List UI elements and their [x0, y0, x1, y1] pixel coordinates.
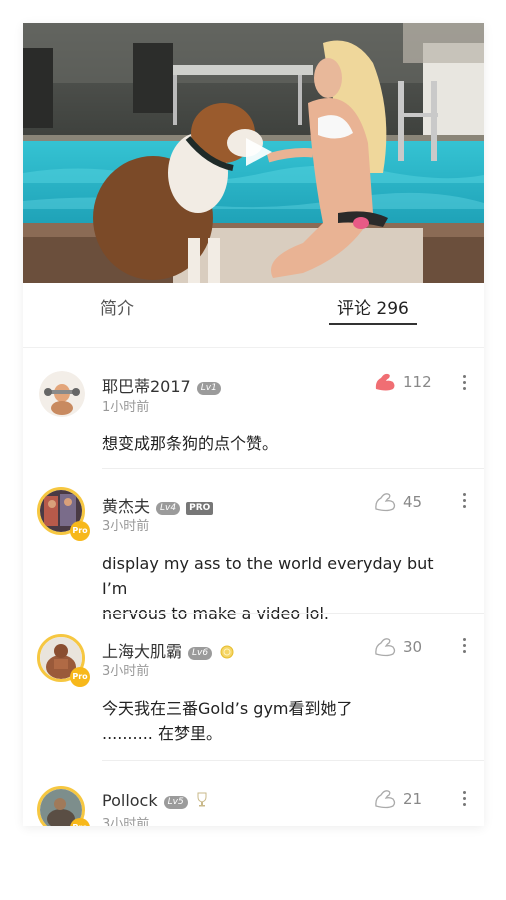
comment-item: Pro 黄杰夫 Lv4 PRO 3小时前 45 display my ass to …: [23, 469, 484, 623]
flexed-arm-icon: [375, 790, 396, 809]
level-badge: Lv4: [156, 502, 181, 515]
more-options-icon[interactable]: [459, 491, 469, 513]
avatar-image: [39, 371, 85, 417]
play-icon[interactable]: [240, 135, 274, 169]
comment-username[interactable]: Pollock Lv5: [102, 791, 208, 810]
comment-time: 1小时前: [102, 400, 150, 415]
flexed-arm-icon: [375, 493, 396, 512]
comment-username[interactable]: 耶巴蒂2017 Lv1: [102, 373, 221, 397]
pro-badge: Pro: [70, 667, 90, 687]
avatar[interactable]: [39, 371, 85, 417]
comment-text: 今天我在三番Gold’s gym看到她了 .......... 在梦里。: [102, 699, 353, 743]
pro-badge: Pro: [70, 818, 90, 826]
comment-time: 3小时前: [102, 817, 150, 826]
content-card: 简介 评论 296 耶巴蒂2017 Lv1 1小时前 112 想变成那条狗的点个…: [23, 23, 484, 826]
like-count: 30: [403, 638, 423, 656]
more-options-icon[interactable]: [459, 636, 469, 658]
pro-badge: Pro: [70, 521, 90, 541]
trophy-icon: [197, 792, 207, 807]
tab-bar: 简介 评论 296: [23, 283, 484, 348]
more-options-icon[interactable]: [459, 373, 469, 395]
active-tab-indicator: [329, 323, 417, 325]
like-count: 21: [403, 790, 423, 808]
username-text: 黄杰夫: [102, 497, 151, 516]
like-count: 112: [403, 373, 432, 391]
flexed-arm-icon: [375, 638, 396, 657]
pro-tag: PRO: [186, 502, 214, 515]
screen: 简介 评论 296 耶巴蒂2017 Lv1 1小时前 112 想变成那条狗的点个…: [0, 0, 506, 900]
level-badge: Lv6: [188, 647, 213, 660]
video-player[interactable]: [23, 23, 484, 283]
comment-time: 3小时前: [102, 664, 150, 679]
comment-text: 想变成那条狗的点个赞。: [102, 434, 279, 453]
comment-time: 3小时前: [102, 519, 150, 534]
gold-medal-icon: [220, 645, 234, 659]
flexed-arm-icon: [375, 373, 395, 391]
comment-username[interactable]: 黄杰夫 Lv4 PRO: [102, 493, 214, 517]
like-count: 45: [403, 493, 423, 511]
username-text: Pollock: [102, 791, 158, 810]
username-text: 耶巴蒂2017: [102, 377, 191, 396]
username-text: 上海大肌霸: [102, 642, 183, 661]
level-badge: Lv5: [163, 796, 188, 809]
comment-username[interactable]: 上海大肌霸 Lv6: [102, 638, 234, 662]
more-options-icon[interactable]: [459, 789, 469, 811]
comment-item: Pro Pollock Lv5 3小时前 21: [23, 762, 484, 826]
comment-item: 耶巴蒂2017 Lv1 1小时前 112 想变成那条狗的点个赞。: [23, 347, 484, 469]
tab-intro[interactable]: 简介: [100, 291, 134, 327]
divider: [102, 760, 484, 761]
tab-comments[interactable]: 评论 296: [337, 291, 409, 327]
level-badge: Lv1: [196, 382, 221, 395]
comment-item: Pro 上海大肌霸 Lv6 3小时前 30 今天我在三番Gold’s gym看到她…: [23, 614, 484, 762]
